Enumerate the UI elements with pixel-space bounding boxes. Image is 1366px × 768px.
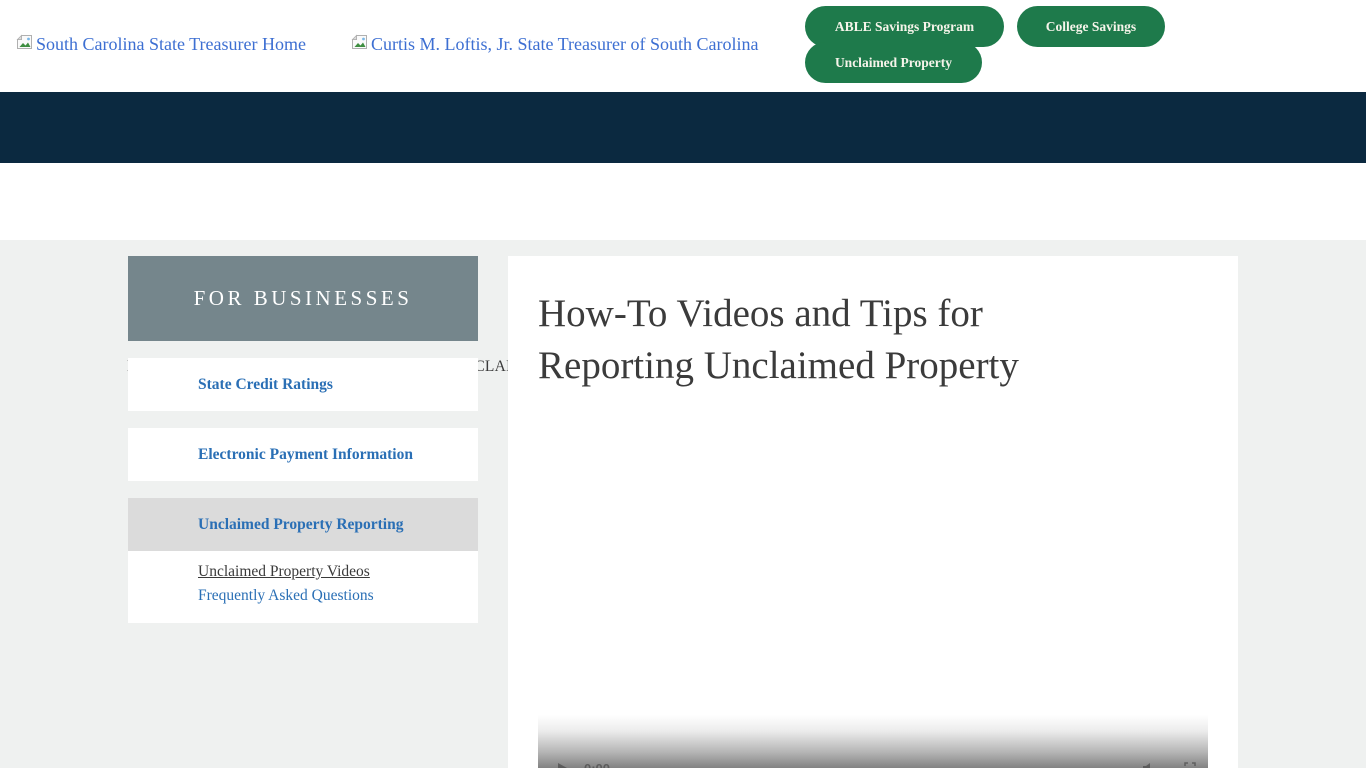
sidebar-item-state-credit-ratings[interactable]: State Credit Ratings [128,358,478,411]
broken-image-icon [15,34,34,50]
site-header: South Carolina State Treasurer Home Curt… [0,0,1366,92]
video-player[interactable]: 0:00 [538,715,1208,768]
main-nav: About Us What We Do Resources How Do I..… [0,92,1366,163]
college-savings-button[interactable]: College Savings [1017,6,1165,47]
page: South Carolina State Treasurer Home Curt… [0,0,1366,768]
sidebar: FOR BUSINESSES State Credit Ratings Elec… [128,256,478,623]
page-title: How-To Videos and Tips for Reporting Unc… [538,288,1118,392]
sidebar-item-unclaimed-property-reporting[interactable]: Unclaimed Property Reporting [128,498,478,551]
breadcrumb-band: HOME/WHAT WE DO/FOR BUSINESSES/UNCLAIMED… [0,163,1366,240]
unclaimed-property-button[interactable]: Unclaimed Property [805,42,982,83]
main-content: How-To Videos and Tips for Reporting Unc… [508,256,1238,768]
broken-image-icon [350,34,369,50]
home-logo-alt-text: South Carolina State Treasurer Home [36,34,306,55]
fullscreen-icon[interactable] [1184,762,1196,768]
sidebar-item-electronic-payment-information[interactable]: Electronic Payment Information [128,428,478,481]
video-time-label: 0:00 [584,762,610,768]
sidebar-subitem-frequently-asked-questions[interactable]: Frequently Asked Questions [198,584,468,608]
treasurer-logo-alt-text: Curtis M. Loftis, Jr. State Treasurer of… [371,34,758,55]
sidebar-subitem-unclaimed-property-videos[interactable]: Unclaimed Property Videos [198,560,468,584]
play-icon[interactable] [556,762,568,768]
volume-icon[interactable] [1142,762,1156,768]
home-logo-link[interactable]: South Carolina State Treasurer Home [15,34,306,55]
able-savings-program-button[interactable]: ABLE Savings Program [805,6,1004,47]
treasurer-logo-link[interactable]: Curtis M. Loftis, Jr. State Treasurer of… [350,34,758,55]
sidebar-sublist: Unclaimed Property Videos Frequently Ask… [128,551,478,623]
sidebar-title: FOR BUSINESSES [128,256,478,341]
